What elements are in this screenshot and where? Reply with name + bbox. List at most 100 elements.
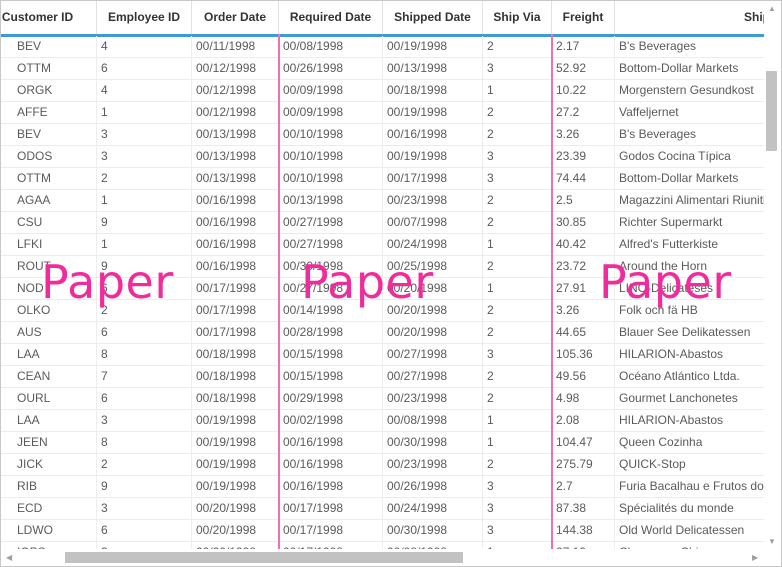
cell-employee-id[interactable]: 1 (97, 190, 192, 211)
cell-freight[interactable]: 40.42 (552, 234, 615, 255)
cell-ship-name[interactable]: Bottom-Dollar Markets (615, 168, 765, 189)
cell-shipped-date[interactable]: 00/23/1998 (383, 190, 483, 211)
table-row[interactable]: AFFE 1 00/12/1998 00/09/1998 00/19/1998 2 27.2… (1, 102, 765, 124)
cell-ship-name[interactable]: Spécialités du monde (615, 498, 765, 519)
cell-employee-id[interactable]: 2 (97, 454, 192, 475)
cell-ship-via[interactable]: 3 (483, 476, 552, 497)
cell-order-date[interactable]: 00/17/1998 (192, 322, 279, 343)
column-header-freight[interactable]: Freight (552, 1, 615, 34)
cell-ship-name[interactable]: B's Beverages (615, 36, 765, 57)
cell-required-date[interactable]: 00/10/1998 (279, 168, 383, 189)
column-header-order-date[interactable]: Order Date (192, 1, 279, 34)
cell-ship-name[interactable]: B's Beverages (615, 124, 765, 145)
cell-required-date[interactable]: 00/27/1998 (279, 212, 383, 233)
cell-employee-id[interactable]: 4 (97, 36, 192, 57)
cell-order-date[interactable]: 00/19/1998 (192, 410, 279, 431)
cell-shipped-date[interactable]: 00/24/1998 (383, 234, 483, 255)
cell-employee-id[interactable]: 6 (97, 322, 192, 343)
table-row[interactable]: JEEN 8 00/19/1998 00/16/1998 00/30/1998 1 104.… (1, 432, 765, 454)
cell-ship-name[interactable]: Richter Supermarkt (615, 212, 765, 233)
cell-employee-id[interactable]: 6 (97, 58, 192, 79)
cell-ship-name[interactable]: Old World Delicatessen (615, 520, 765, 541)
cell-ship-via[interactable]: 2 (483, 256, 552, 277)
cell-freight[interactable]: 2.17 (552, 36, 615, 57)
cell-required-date[interactable]: 00/02/1998 (279, 410, 383, 431)
cell-order-date[interactable]: 00/20/1998 (192, 498, 279, 519)
table-row[interactable]: CSU 9 00/16/1998 00/27/1998 00/07/1998 2 30.85… (1, 212, 765, 234)
scroll-up-icon[interactable]: ▲ (768, 4, 776, 14)
cell-freight[interactable]: 30.85 (552, 212, 615, 233)
cell-ship-name[interactable]: Godos Cocina Típica (615, 146, 765, 167)
scroll-down-icon[interactable]: ▼ (768, 537, 776, 547)
cell-shipped-date[interactable]: 00/08/1998 (383, 410, 483, 431)
cell-freight[interactable]: 87.38 (552, 498, 615, 519)
table-row[interactable]: LAA 3 00/19/1998 00/02/1998 00/08/1998 1 2.08 H… (1, 410, 765, 432)
cell-ship-name[interactable]: HILARION-Abastos (615, 344, 765, 365)
cell-ship-name[interactable]: QUICK-Stop (615, 454, 765, 475)
cell-order-date[interactable]: 00/17/1998 (192, 300, 279, 321)
cell-freight[interactable]: 4.98 (552, 388, 615, 409)
column-header-ship-name[interactable]: Ship Name (615, 1, 765, 34)
cell-order-date[interactable]: 00/18/1998 (192, 344, 279, 365)
cell-freight[interactable]: 10.22 (552, 80, 615, 101)
cell-required-date[interactable]: 00/27/1998 (279, 234, 383, 255)
cell-shipped-date[interactable]: 00/07/1998 (383, 212, 483, 233)
cell-ship-name[interactable]: Furia Bacalhau e Frutos do Mar (615, 476, 765, 497)
cell-ship-via[interactable]: 1 (483, 432, 552, 453)
cell-customer-id[interactable]: LAA (1, 344, 97, 365)
cell-ship-via[interactable]: 3 (483, 58, 552, 79)
cell-shipped-date[interactable]: 00/19/1998 (383, 146, 483, 167)
table-row[interactable]: LAA 8 00/18/1998 00/15/1998 00/27/1998 3 105.3… (1, 344, 765, 366)
cell-ship-via[interactable]: 2 (483, 388, 552, 409)
cell-ship-via[interactable]: 1 (483, 410, 552, 431)
cell-order-date[interactable]: 00/12/1998 (192, 58, 279, 79)
cell-required-date[interactable]: 00/09/1998 (279, 80, 383, 101)
cell-order-date[interactable]: 00/11/1998 (192, 36, 279, 57)
cell-employee-id[interactable]: 3 (97, 146, 192, 167)
cell-order-date[interactable]: 00/13/1998 (192, 146, 279, 167)
cell-shipped-date[interactable]: 00/27/1998 (383, 344, 483, 365)
cell-order-date[interactable]: 00/18/1998 (192, 388, 279, 409)
cell-required-date[interactable]: 00/17/1998 (279, 520, 383, 541)
cell-freight[interactable]: 3.26 (552, 124, 615, 145)
vertical-scroll-thumb[interactable] (766, 71, 777, 151)
cell-shipped-date[interactable]: 00/16/1998 (383, 124, 483, 145)
cell-employee-id[interactable]: 2 (97, 168, 192, 189)
cell-customer-id[interactable]: JICK (1, 454, 97, 475)
cell-ship-via[interactable]: 3 (483, 344, 552, 365)
cell-customer-id[interactable]: RIB (1, 476, 97, 497)
table-row[interactable]: ORGK 4 00/12/1998 00/09/1998 00/18/1998 1 10.2… (1, 80, 765, 102)
cell-employee-id[interactable]: 1 (97, 102, 192, 123)
cell-ship-via[interactable]: 1 (483, 234, 552, 255)
cell-ship-name[interactable]: Bottom-Dollar Markets (615, 58, 765, 79)
cell-employee-id[interactable]: 8 (97, 432, 192, 453)
cell-required-date[interactable]: 00/17/1998 (279, 498, 383, 519)
cell-order-date[interactable]: 00/20/1998 (192, 520, 279, 541)
cell-required-date[interactable]: 00/16/1998 (279, 454, 383, 475)
cell-freight[interactable]: 275.79 (552, 454, 615, 475)
cell-customer-id[interactable]: JEEN (1, 432, 97, 453)
cell-shipped-date[interactable]: 00/19/1998 (383, 102, 483, 123)
cell-required-date[interactable]: 00/28/1998 (279, 322, 383, 343)
cell-shipped-date[interactable]: 00/23/1998 (383, 454, 483, 475)
cell-order-date[interactable]: 00/18/1998 (192, 366, 279, 387)
cell-shipped-date[interactable]: 00/26/1998 (383, 476, 483, 497)
cell-ship-via[interactable]: 2 (483, 322, 552, 343)
column-header-shipped-date[interactable]: Shipped Date (383, 1, 483, 34)
cell-customer-id[interactable]: LDWO (1, 520, 97, 541)
cell-employee-id[interactable]: 3 (97, 410, 192, 431)
cell-shipped-date[interactable]: 00/24/1998 (383, 498, 483, 519)
table-row[interactable]: LDWO 6 00/20/1998 00/17/1998 00/30/1998 3 144.… (1, 520, 765, 542)
cell-customer-id[interactable]: AFFE (1, 102, 97, 123)
cell-ship-via[interactable]: 2 (483, 102, 552, 123)
cell-customer-id[interactable]: BEV (1, 124, 97, 145)
cell-freight[interactable]: 2.5 (552, 190, 615, 211)
cell-ship-name[interactable]: HILARION-Abastos (615, 410, 765, 431)
cell-order-date[interactable]: 00/19/1998 (192, 476, 279, 497)
table-row[interactable]: CEAN 7 00/18/1998 00/15/1998 00/27/1998 2 49.5… (1, 366, 765, 388)
cell-ship-via[interactable]: 3 (483, 146, 552, 167)
cell-ship-name[interactable]: Queen Cozinha (615, 432, 765, 453)
table-row[interactable]: ODOS 3 00/13/1998 00/10/1998 00/19/1998 3 23.3… (1, 146, 765, 168)
cell-employee-id[interactable]: 9 (97, 476, 192, 497)
cell-employee-id[interactable]: 6 (97, 388, 192, 409)
